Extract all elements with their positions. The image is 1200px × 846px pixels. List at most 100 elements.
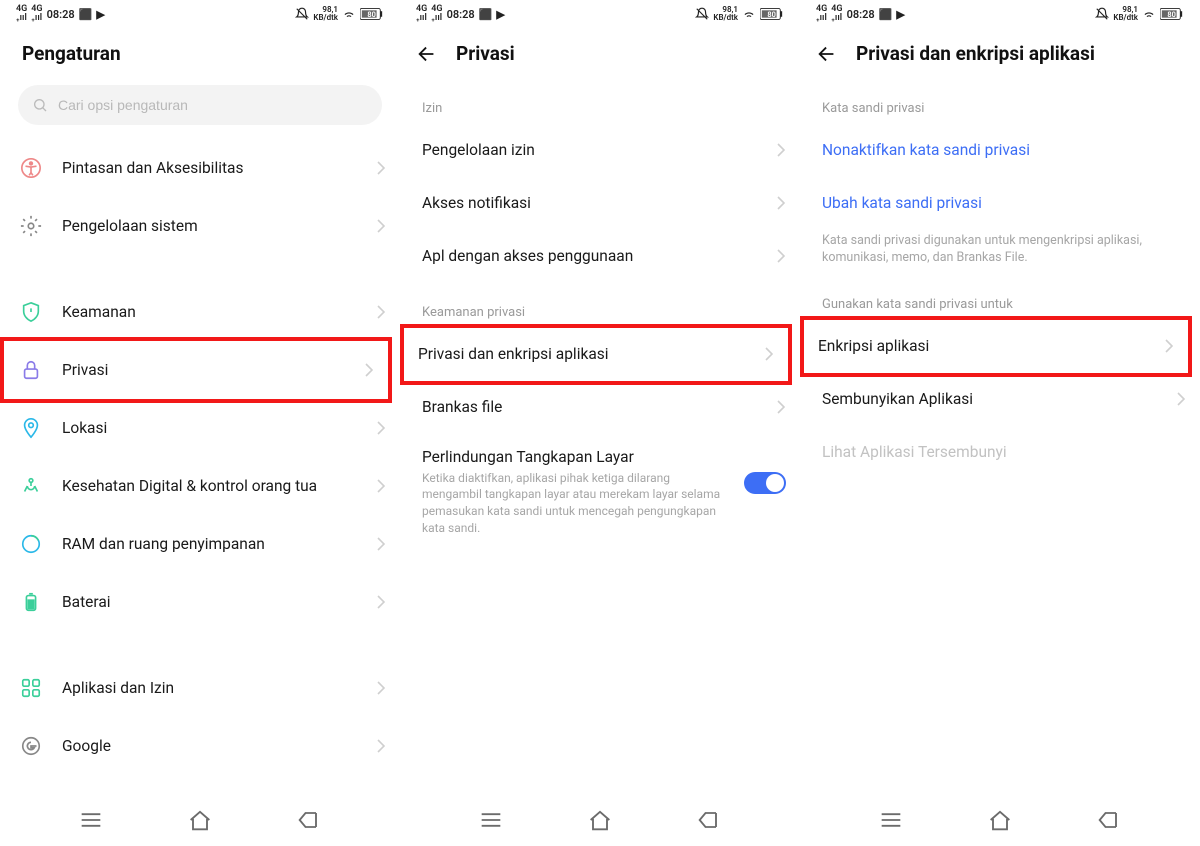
item-digital-wellbeing[interactable]: Kesehatan Digital & kontrol orang tua xyxy=(0,457,400,515)
encryption-list: Kata sandi privasi Nonaktifkan kata sand… xyxy=(800,79,1200,794)
item-apps-permissions[interactable]: Aplikasi dan Izin xyxy=(0,659,400,717)
item-app-encryption[interactable]: Privasi dan enkripsi aplikasi xyxy=(400,324,792,385)
status-left: 4G₊ııl 4G₊ııl 08:28 ⬛ ▶ xyxy=(816,5,905,23)
screenshot-protection-toggle[interactable] xyxy=(744,472,786,494)
recent-apps-button[interactable] xyxy=(877,806,905,834)
item-usage-access[interactable]: Apl dengan akses penggunaan xyxy=(400,230,800,283)
mute-icon xyxy=(695,7,709,21)
item-location[interactable]: Lokasi xyxy=(0,399,400,457)
back-button[interactable] xyxy=(295,806,323,834)
item-label: Apl dengan akses penggunaan xyxy=(422,246,758,267)
lock-icon xyxy=(18,357,44,383)
signal-icon-2: 4G₊ııl xyxy=(831,5,842,23)
section-use-password-for: Gunakan kata sandi privasi untuk xyxy=(800,275,1200,320)
svg-text:80: 80 xyxy=(767,10,775,19)
item-permission-management[interactable]: Pengelolaan izin xyxy=(400,124,800,177)
back-arrow-icon[interactable] xyxy=(816,43,838,65)
shield-icon xyxy=(18,299,44,325)
chevron-right-icon xyxy=(376,160,386,176)
status-time: 08:28 xyxy=(847,8,875,21)
settings-panel: 4G₊ııl 4G₊ııl 08:28 ⬛ ▶ 98,1KB/dtk 80 Pe… xyxy=(0,0,400,846)
item-battery[interactable]: Baterai xyxy=(0,573,400,631)
item-label: Pintasan dan Aksesibilitas xyxy=(62,158,358,179)
search-icon xyxy=(32,97,48,113)
back-button[interactable] xyxy=(1095,806,1123,834)
net-speed: 98,1KB/dtk xyxy=(1113,6,1138,22)
recent-apps-button[interactable] xyxy=(477,806,505,834)
item-google[interactable]: Google xyxy=(0,717,400,775)
status-bar: 4G₊ııl 4G₊ııl 08:28 ⬛ ▶ 98,1KB/dtk 80 xyxy=(0,0,400,28)
status-left: 4G₊ııl 4G₊ııl 08:28 ⬛ ▶ xyxy=(16,5,105,23)
privacy-list: Izin Pengelolaan izin Akses notifikasi A… xyxy=(400,79,800,794)
facebook-icon: ⬛ xyxy=(879,8,893,21)
status-right: 98,1KB/dtk 80 xyxy=(1095,6,1184,22)
search-box[interactable] xyxy=(18,85,382,125)
chevron-right-icon xyxy=(376,218,386,234)
item-disable-password[interactable]: Nonaktifkan kata sandi privasi xyxy=(800,124,1200,177)
section-permissions: Izin xyxy=(400,79,800,124)
svg-text:80: 80 xyxy=(1167,10,1175,19)
back-button[interactable] xyxy=(695,806,723,834)
item-label: Google xyxy=(62,736,358,757)
battery-icon: 80 xyxy=(360,8,384,20)
wifi-icon xyxy=(342,7,356,21)
home-button[interactable] xyxy=(186,806,214,834)
section-privacy-security: Keamanan privasi xyxy=(400,283,800,328)
item-file-safe[interactable]: Brankas file xyxy=(400,381,800,434)
signal-icon-2: 4G₊ııl xyxy=(31,5,42,23)
page-title: Privasi dan enkripsi aplikasi xyxy=(856,42,1095,65)
title-row: Privasi xyxy=(400,28,800,79)
item-label: Baterai xyxy=(62,592,358,613)
net-speed: 98,1KB/dtk xyxy=(313,6,338,22)
page-title: Privasi xyxy=(456,42,515,65)
chevron-right-icon xyxy=(364,362,374,378)
chevron-right-icon xyxy=(376,738,386,754)
item-ram-storage[interactable]: RAM dan ruang penyimpanan xyxy=(0,515,400,573)
title-row: Privasi dan enkripsi aplikasi xyxy=(800,28,1200,79)
item-encrypt-app[interactable]: Enkripsi aplikasi xyxy=(800,316,1192,377)
search-input[interactable] xyxy=(58,97,368,113)
item-security[interactable]: Keamanan xyxy=(0,283,400,341)
facebook-icon: ⬛ xyxy=(79,8,93,21)
item-hide-app[interactable]: Sembunyikan Aplikasi xyxy=(800,373,1200,426)
nav-bar xyxy=(800,794,1200,846)
nav-bar xyxy=(0,794,400,846)
signal-icon: 4G₊ııl xyxy=(816,5,827,23)
chevron-right-icon xyxy=(776,248,786,264)
nav-bar xyxy=(400,794,800,846)
back-arrow-icon[interactable] xyxy=(416,43,438,65)
item-label: Enkripsi aplikasi xyxy=(818,336,1146,357)
gear-icon xyxy=(18,213,44,239)
wellbeing-icon xyxy=(18,473,44,499)
item-privacy[interactable]: Privasi xyxy=(0,337,392,403)
item-label: Keamanan xyxy=(62,302,358,323)
item-notification-access[interactable]: Akses notifikasi xyxy=(400,177,800,230)
encryption-panel: 4G₊ııl 4G₊ııl 08:28 ⬛ ▶ 98,1KB/dtk 80 Pr… xyxy=(800,0,1200,846)
signal-icon-2: 4G₊ııl xyxy=(431,5,442,23)
location-icon xyxy=(18,415,44,441)
wifi-icon xyxy=(1142,7,1156,21)
battery-icon: 80 xyxy=(760,8,784,20)
chevron-right-icon xyxy=(376,594,386,610)
home-button[interactable] xyxy=(586,806,614,834)
item-view-hidden-apps[interactable]: Lihat Aplikasi Tersembunyi xyxy=(800,426,1200,479)
title-row: Pengaturan xyxy=(0,28,400,79)
item-change-password[interactable]: Ubah kata sandi privasi xyxy=(800,177,1200,230)
item-label: Privasi xyxy=(62,360,346,381)
item-label: Ubah kata sandi privasi xyxy=(822,193,1186,214)
item-accessibility[interactable]: Pintasan dan Aksesibilitas xyxy=(0,139,400,197)
toggle-description: Ketika diaktifkan, aplikasi pihak ketiga… xyxy=(422,470,732,537)
chevron-right-icon xyxy=(776,142,786,158)
status-right: 98,1KB/dtk 80 xyxy=(695,6,784,22)
recent-apps-button[interactable] xyxy=(77,806,105,834)
item-screenshot-protection: Perlindungan Tangkapan Layar Ketika diak… xyxy=(400,434,800,545)
chevron-right-icon xyxy=(376,420,386,436)
home-button[interactable] xyxy=(986,806,1014,834)
svg-text:80: 80 xyxy=(367,10,375,19)
page-title: Pengaturan xyxy=(22,42,121,65)
item-label: Kesehatan Digital & kontrol orang tua xyxy=(62,476,358,497)
item-label: RAM dan ruang penyimpanan xyxy=(62,534,358,555)
item-system-management[interactable]: Pengelolaan sistem xyxy=(0,197,400,255)
item-label: Privasi dan enkripsi aplikasi xyxy=(418,344,746,365)
signal-icon: 4G₊ııl xyxy=(16,5,27,23)
